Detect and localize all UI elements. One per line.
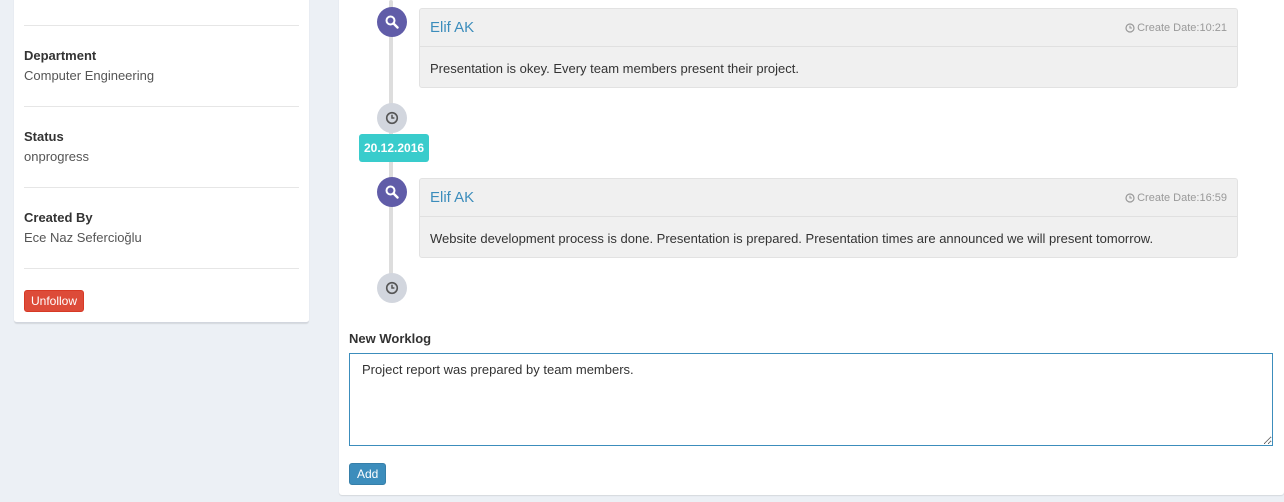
department-value: Computer Engineering <box>24 68 155 83</box>
author-link[interactable]: Elif AK <box>430 19 474 36</box>
project-info-panel: Department Computer Engineering Status o… <box>14 0 309 323</box>
search-icon <box>377 7 407 37</box>
timeline-entry-header: Elif AK Create Date:16:59 <box>420 179 1237 217</box>
status-value: onprogress <box>24 149 90 164</box>
department-field: Department Computer Engineering <box>24 25 299 106</box>
created-by-field: Created By Ece Naz Sefercioğlu <box>24 187 299 268</box>
timeline-entry: Elif AK Create Date:10:21 Presentation i… <box>419 8 1238 88</box>
created-by-value: Ece Naz Sefercioğlu <box>24 230 142 245</box>
divider <box>24 268 299 269</box>
date-label: 20.12.2016 <box>359 134 430 162</box>
entry-time-text: Create Date:10:21 <box>1137 22 1227 34</box>
entry-body: Website development process is done. Pre… <box>430 231 1154 246</box>
clock-icon <box>1125 23 1135 33</box>
created-by-label: Created By <box>24 210 93 225</box>
entry-time: Create Date:10:21 <box>1125 22 1227 34</box>
author-link[interactable]: Elif AK <box>430 189 474 206</box>
department-label: Department <box>24 48 97 63</box>
timeline-entry-header: Elif AK Create Date:10:21 <box>420 9 1237 47</box>
timeline-entry: Elif AK Create Date:16:59 Website develo… <box>419 178 1238 258</box>
entry-time-text: Create Date:16:59 <box>1137 192 1227 204</box>
entry-body: Presentation is okey. Every team members… <box>430 61 799 76</box>
unfollow-button[interactable]: Unfollow <box>24 290 85 312</box>
worklog-textarea[interactable]: Project report was prepared by team memb… <box>349 353 1273 446</box>
clock-icon <box>1125 193 1135 203</box>
clock-icon <box>377 103 407 133</box>
add-button[interactable]: Add <box>349 463 387 485</box>
clock-icon <box>377 273 407 303</box>
entry-time: Create Date:16:59 <box>1125 192 1227 204</box>
status-label: Status <box>24 129 64 144</box>
search-icon <box>377 177 407 207</box>
new-worklog-label: New Worklog <box>349 331 432 346</box>
status-field: Status onprogress <box>24 106 299 187</box>
